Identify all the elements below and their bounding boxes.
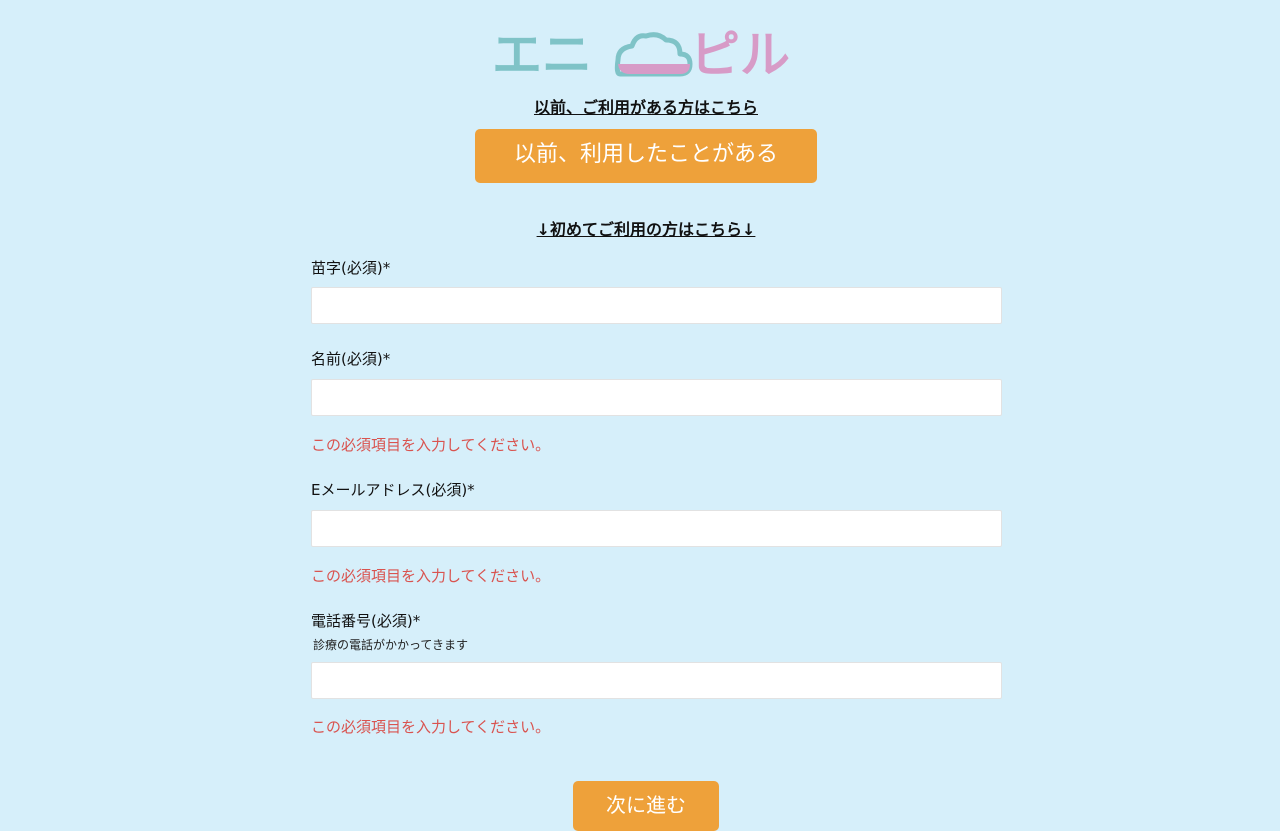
logo-text-left: エニ <box>492 26 592 84</box>
last-name-label: 苗字(必須)* <box>311 259 391 277</box>
cloud-icon <box>614 32 693 77</box>
next-button[interactable]: 次に進む <box>573 781 719 831</box>
site-logo: エニ ピル <box>490 22 810 86</box>
first-name-input[interactable] <box>311 379 1002 416</box>
phone-input[interactable] <box>311 662 1002 699</box>
phone-hint: 診療の電話がかかってきます <box>313 638 469 652</box>
email-label: Eメールアドレス(必須)* <box>311 481 475 499</box>
last-name-input[interactable] <box>311 287 1002 324</box>
phone-error: この必須項目を入力してください。 <box>311 718 551 736</box>
first-name-label: 名前(必須)* <box>311 350 391 368</box>
first-time-user-link[interactable]: ↓初めてご利用の方はこちら↓ <box>0 216 1280 240</box>
returning-user-link[interactable]: 以前、ご利用がある方はこちら <box>0 94 1280 118</box>
first-name-error: この必須項目を入力してください。 <box>311 436 551 454</box>
returning-user-button[interactable]: 以前、利用したことがある <box>475 129 817 183</box>
phone-label: 電話番号(必須)* <box>311 612 421 630</box>
email-input[interactable] <box>311 510 1002 547</box>
logo-text-right: ピル <box>690 26 790 84</box>
email-error: この必須項目を入力してください。 <box>311 567 551 585</box>
